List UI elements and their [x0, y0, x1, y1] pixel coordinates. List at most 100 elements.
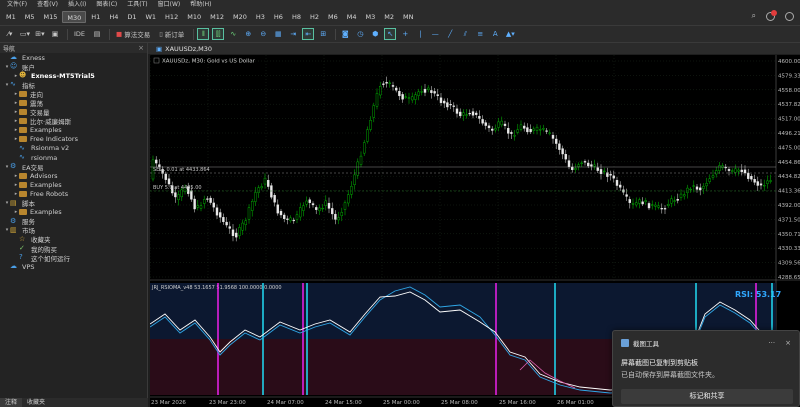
navigator-item[interactable]: ▸ Advisors	[0, 171, 147, 180]
timeframe-h12[interactable]: H12	[161, 11, 182, 23]
close-icon[interactable]: ×	[785, 339, 791, 347]
shapes-icon[interactable]: ▲▾	[504, 28, 516, 40]
period-icon[interactable]: ◷	[354, 28, 366, 40]
folder-icon	[19, 190, 27, 197]
navigator-item[interactable]: ☆ 收藏夹	[0, 235, 147, 244]
navigator-item[interactable]: ▾ ⚙ EA交易	[0, 162, 147, 172]
timeframe-m30[interactable]: M30	[62, 11, 87, 23]
zoom-in-icon[interactable]: ⊕	[242, 28, 254, 40]
navigator-item[interactable]: ▸ Examples	[0, 180, 147, 189]
close-icon[interactable]: ×	[138, 44, 144, 52]
tab-comments[interactable]: 注释	[0, 398, 23, 407]
timeframe-w1[interactable]: W1	[141, 11, 160, 23]
navigator-item[interactable]: ▾ ∿ 指标	[0, 80, 147, 90]
buy-order-label: BUY 5.0 at 4405.00	[153, 185, 202, 191]
navigator-item[interactable]: ▾ ▥ 市场	[0, 226, 147, 235]
autoscroll-icon[interactable]: ⇥	[287, 28, 299, 40]
timeframe-m5[interactable]: M5	[21, 11, 39, 23]
timeframe-m2[interactable]: M2	[380, 11, 398, 23]
trendline-icon[interactable]: ╱	[444, 28, 456, 40]
timeframe-h1[interactable]: H1	[87, 11, 104, 23]
candlestick-icon[interactable]: ⫿⫿	[212, 28, 225, 40]
navigator-item[interactable]: ▸ 走向	[0, 89, 147, 99]
template-icon[interactable]: ▣	[49, 28, 61, 40]
timeframe-m10[interactable]: M10	[183, 11, 205, 23]
line-chart-icon[interactable]: ∿	[227, 28, 239, 40]
bar-chart-icon[interactable]: ⫴	[197, 28, 210, 40]
navigator-item[interactable]: ▾ ☺ 账户	[0, 62, 147, 72]
markup-and-share-button[interactable]: 标记和共享	[621, 389, 793, 404]
navigator-item[interactable]: ✓ 我的购买	[0, 244, 147, 254]
candle-body	[314, 207, 318, 210]
timeframe-m15[interactable]: M15	[40, 11, 62, 23]
menu-item[interactable]: 工具(T)	[122, 0, 152, 9]
candle-body	[343, 202, 347, 210]
timeframe-h8[interactable]: H8	[288, 11, 305, 23]
navigator-item[interactable]: ▸ 交易量	[0, 108, 147, 117]
timeframe-m1[interactable]: M1	[2, 11, 20, 23]
timeframe-h6[interactable]: H6	[270, 11, 287, 23]
candle-body	[391, 85, 395, 87]
crosshair-icon[interactable]: +	[399, 28, 411, 40]
menu-item[interactable]: 图表(C)	[91, 0, 122, 9]
timeframe-mn[interactable]: MN	[399, 11, 417, 23]
navigator-item[interactable]: ▸ 比尔·威廉姆斯	[0, 117, 147, 126]
navigator-item[interactable]: ? 这个如何运行	[0, 253, 147, 263]
candle-body	[673, 200, 676, 202]
indicators-icon: ∿	[10, 80, 16, 89]
grid-icon[interactable]: ⊞	[317, 28, 329, 40]
navigator-item[interactable]: ▸ Free Indicators	[0, 135, 147, 144]
algo-trading-button[interactable]: ■ 算法交易	[113, 28, 153, 40]
navigator-item[interactable]: ▾ ▤ 脚本	[0, 199, 147, 208]
tab-favorites[interactable]: 收藏夹	[22, 398, 50, 407]
candle-body	[491, 128, 494, 131]
menu-item[interactable]: 文件(F)	[2, 0, 32, 9]
navigator-item[interactable]: ▸ 震荡	[0, 98, 147, 108]
notification-icon[interactable]	[766, 9, 777, 21]
menu-item[interactable]: 帮助(H)	[185, 0, 216, 9]
candle-body	[382, 83, 385, 85]
navigator-item[interactable]: ▸ Examples	[0, 126, 147, 135]
text-tool-icon[interactable]: A	[489, 28, 501, 40]
channel-icon[interactable]: ⫽	[459, 28, 471, 40]
zoom-out-icon[interactable]: ⊖	[257, 28, 269, 40]
chart-tab[interactable]: ▣ XAUUSDz,M30	[156, 45, 212, 53]
chart-type-icon[interactable]: ⁄▾	[4, 28, 16, 40]
navigator-item[interactable]: ☁ VPS	[0, 262, 147, 271]
fibonacci-icon[interactable]: ≡	[474, 28, 486, 40]
terminal-icon[interactable]: ▤	[91, 28, 103, 40]
script-icon: ▤	[10, 198, 17, 207]
timeframe-h2[interactable]: H2	[306, 11, 323, 23]
menu-item[interactable]: 查看(V)	[32, 0, 63, 9]
timeframe-m20[interactable]: M20	[229, 11, 251, 23]
menu-item[interactable]: 插入(I)	[63, 0, 91, 9]
menu-item[interactable]: 窗口(W)	[153, 0, 186, 9]
navigator-panel: 导航 × ☁ Exness ▾ ☺ 账户 ▸ ☻ Exness-MT5Trial5 ▾ ∿ 指标 ▸ 走…	[0, 43, 148, 398]
new-order-button[interactable]: ▯ 新订单	[156, 28, 187, 40]
timeframe-m6[interactable]: M6	[324, 11, 342, 23]
profile-icon[interactable]	[785, 11, 794, 21]
navigator-item[interactable]: ∿ Rsionma v2	[0, 144, 147, 153]
timeframe-m4[interactable]: M4	[343, 11, 361, 23]
timeframe-m3[interactable]: M3	[362, 11, 380, 23]
tile-windows-icon[interactable]: ▦	[272, 28, 284, 40]
more-options-icon[interactable]: ···	[768, 339, 775, 347]
search-icon[interactable]: ⌕	[752, 11, 756, 21]
profiles-icon[interactable]: ▭▾	[19, 28, 31, 40]
candle-body	[455, 108, 459, 114]
horizontal-line-icon[interactable]: —	[429, 28, 441, 40]
snipping-tool-notification[interactable]: 截图工具 ··· × 屏幕截图已复制到剪贴板 已自动保存到屏幕截图文件夹。 标记…	[612, 330, 800, 407]
timeframe-d1[interactable]: D1	[123, 11, 140, 23]
cursor-icon[interactable]: ↖	[384, 28, 397, 40]
candle-body	[443, 100, 446, 104]
timeframe-h4[interactable]: H4	[105, 11, 122, 23]
screenshot-icon[interactable]: ◙	[339, 28, 351, 40]
chart-shift-icon[interactable]: ⇤	[302, 28, 315, 40]
ide-button[interactable]: IDE	[71, 28, 88, 40]
objects-icon[interactable]: ⬢	[369, 28, 381, 40]
indicator-list-icon[interactable]: ⊞▾	[34, 28, 46, 40]
vertical-line-icon[interactable]: |	[414, 28, 426, 40]
timeframe-m12[interactable]: M12	[206, 11, 228, 23]
candle-body	[324, 200, 328, 206]
timeframe-h3[interactable]: H3	[252, 11, 269, 23]
